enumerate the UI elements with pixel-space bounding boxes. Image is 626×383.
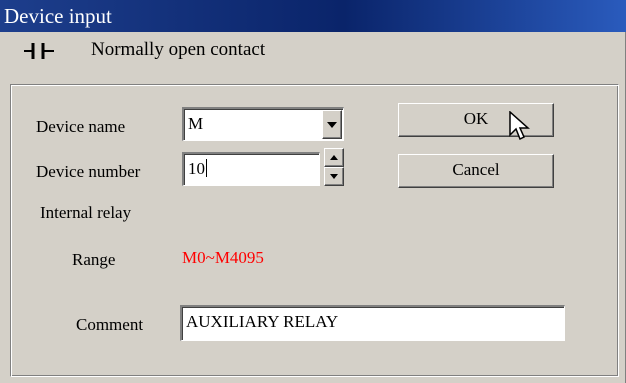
comment-label: Comment xyxy=(76,315,144,334)
instruction-row: Normally open contact xyxy=(0,32,626,68)
text-caret xyxy=(206,159,207,177)
comment-value: AUXILIARY RELAY xyxy=(186,312,339,331)
device-number-input[interactable]: 10 xyxy=(182,152,320,186)
chevron-down-icon xyxy=(327,122,337,128)
arrow-up-icon xyxy=(330,155,338,160)
title-bar: Device input xyxy=(0,0,626,32)
spin-up-button[interactable] xyxy=(324,148,344,167)
range-value: M0~M4095 xyxy=(182,248,264,267)
range-label: Range xyxy=(72,250,116,269)
device-name-value: M xyxy=(188,114,204,133)
window-title: Device input xyxy=(4,4,112,28)
mouse-cursor-icon xyxy=(509,111,530,141)
device-name-label: Device name xyxy=(36,117,126,136)
device-number-label: Device number xyxy=(36,162,141,181)
instruction-label: Normally open contact xyxy=(91,39,266,60)
ok-label: OK xyxy=(463,109,489,128)
device-number-spinner[interactable] xyxy=(324,148,344,186)
device-input-dialog: Device input Normally open contact Devic… xyxy=(0,0,626,383)
device-number-value: 10 xyxy=(188,159,205,178)
device-name-combobox[interactable]: M xyxy=(182,107,344,141)
device-type-label: Internal relay xyxy=(40,203,132,222)
cancel-button[interactable]: Cancel xyxy=(398,154,554,188)
spin-down-button[interactable] xyxy=(324,167,344,186)
arrow-down-icon xyxy=(330,174,338,179)
comment-input[interactable]: AUXILIARY RELAY xyxy=(180,305,565,341)
contact-icon xyxy=(24,43,54,59)
cancel-label: Cancel xyxy=(452,160,500,179)
device-name-dropdown-button[interactable] xyxy=(322,110,342,139)
